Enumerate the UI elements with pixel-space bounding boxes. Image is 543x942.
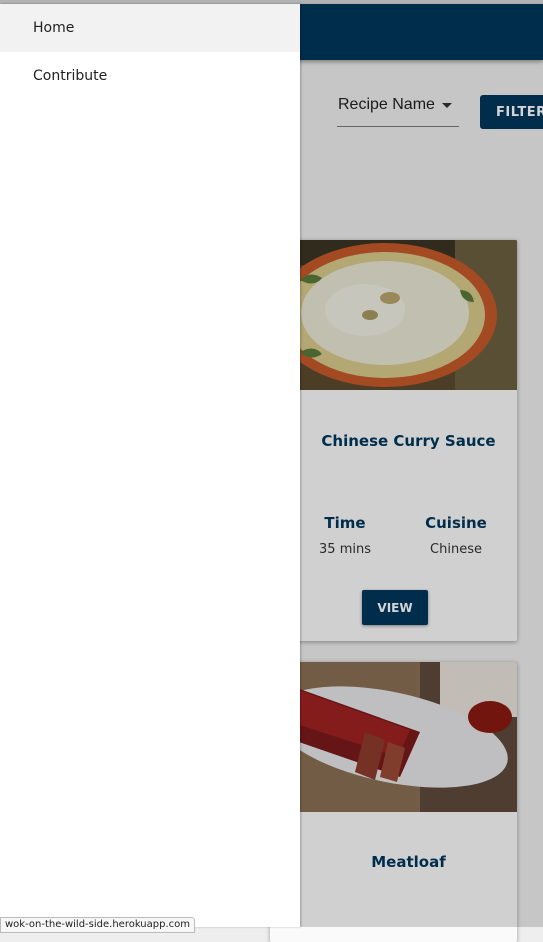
- drawer-item-label: Contribute: [33, 68, 108, 84]
- navigation-drawer: Home Contribute: [0, 4, 300, 927]
- drawer-item-home[interactable]: Home: [0, 4, 300, 52]
- drawer-item-label: Home: [33, 20, 75, 36]
- drawer-item-contribute[interactable]: Contribute: [0, 52, 300, 100]
- status-bar-url: wok-on-the-wild-side.herokuapp.com: [0, 917, 196, 933]
